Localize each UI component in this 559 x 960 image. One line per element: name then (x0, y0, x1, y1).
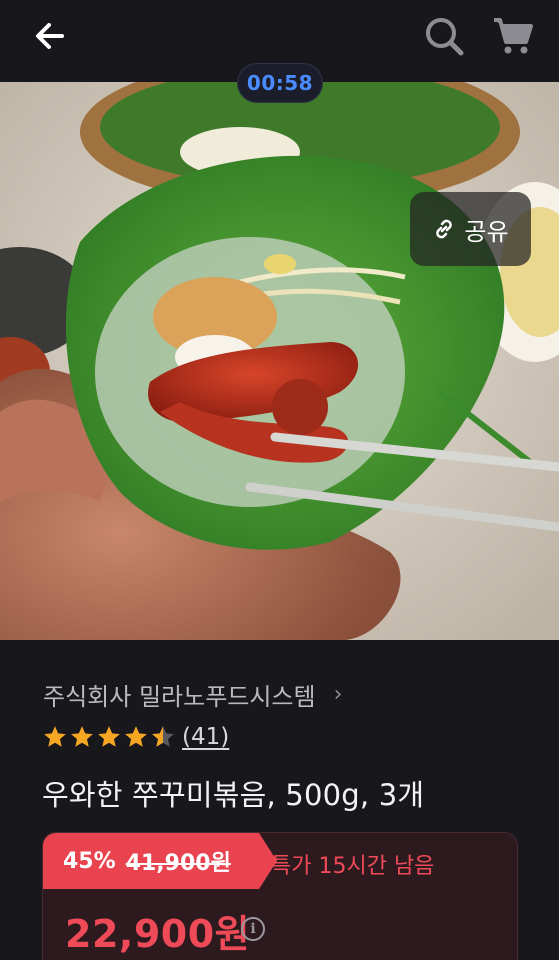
info-icon[interactable]: i (241, 917, 265, 941)
search-icon (426, 18, 464, 56)
discount-tag: 45% 41,900원 (43, 833, 259, 889)
share-button[interactable]: 공유 (410, 192, 531, 266)
star-icon (71, 726, 93, 747)
seller-link[interactable]: 주식회사 밀라노푸드시스템 › (43, 674, 342, 714)
cart-icon (494, 18, 533, 54)
product-title: 우와한 쭈꾸미볶음, 500g, 3개 (42, 778, 425, 812)
original-price: 41,900원 (125, 851, 231, 876)
search-button[interactable] (420, 12, 468, 60)
video-timer: 00:58 (237, 63, 323, 103)
seller-name: 주식회사 밀라노푸드시스템 (43, 682, 316, 711)
chevron-right-icon: › (333, 681, 343, 707)
price-panel: 45% 41,900원 특가 15시간 남음 22,900원 i (42, 832, 518, 960)
final-price: 22,900원 (65, 912, 251, 956)
star-half-icon (152, 726, 174, 747)
star-icon (125, 726, 147, 747)
discount-percent: 45% (63, 848, 116, 874)
back-button[interactable] (28, 14, 72, 58)
review-count-link[interactable]: (41) (182, 724, 229, 750)
cart-button[interactable] (488, 12, 538, 60)
star-icon (44, 726, 66, 747)
star-rating (42, 724, 176, 750)
share-label: 공유 (464, 217, 509, 246)
sale-countdown: 특가 15시간 남음 (271, 854, 435, 879)
product-photo (0, 82, 559, 640)
product-image-carousel[interactable]: 공유 1 | 5 (0, 82, 559, 640)
product-rating: (41) (42, 718, 229, 756)
star-icon (98, 726, 120, 747)
arrow-left-icon (36, 23, 64, 49)
link-icon (436, 219, 453, 239)
